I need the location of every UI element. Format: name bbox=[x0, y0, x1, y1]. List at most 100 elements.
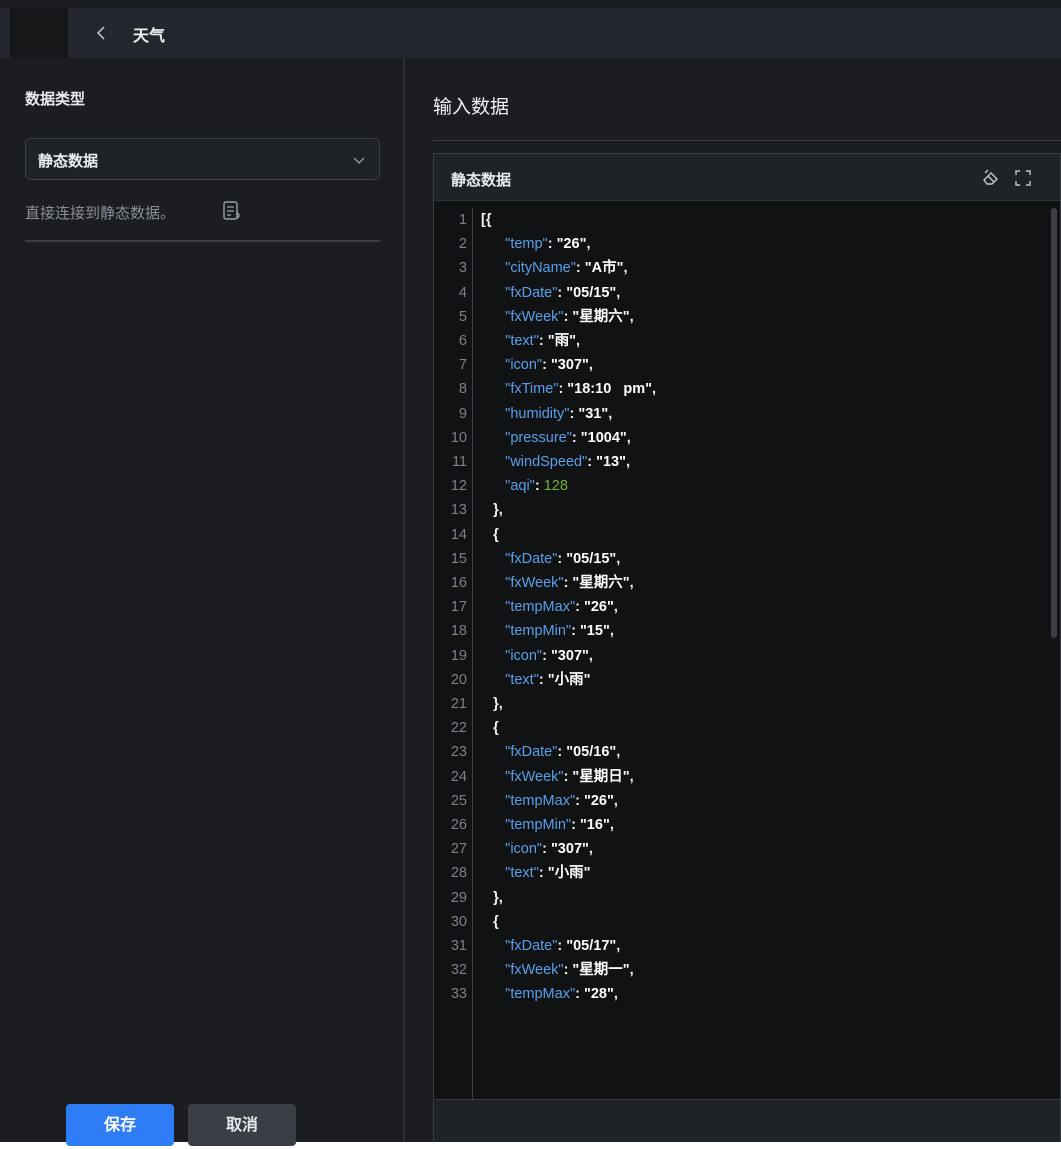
code-token: : bbox=[538, 333, 548, 349]
code-token: "18:10 pm" bbox=[567, 381, 652, 398]
line-number: 8 bbox=[458, 381, 467, 398]
code-area[interactable]: 1[{2 "temp": "26", 3 "cityName": "A市", 4 "… bbox=[434, 208, 1060, 1099]
fullscreen-icon[interactable] bbox=[1013, 168, 1033, 188]
code-token: "fxDate" bbox=[505, 938, 558, 954]
code-token: "15" bbox=[579, 623, 610, 640]
code-token: : bbox=[538, 865, 548, 882]
code-token: { bbox=[493, 720, 499, 737]
code-token: "05/16" bbox=[566, 744, 617, 761]
code-line: 9 "humidity": "31", bbox=[434, 402, 1060, 426]
code-token: , bbox=[629, 575, 634, 591]
code-token: : bbox=[587, 454, 597, 470]
code-token: "星期六" bbox=[572, 308, 630, 325]
code-line: 24 "fxWeek": "星期日", bbox=[434, 765, 1060, 789]
code-token: "307" bbox=[550, 841, 589, 858]
data-type-select[interactable]: 静态数据 bbox=[25, 138, 380, 180]
line-number: 21 bbox=[450, 696, 467, 712]
code-token: [{ bbox=[481, 212, 492, 228]
code-token: "fxWeek" bbox=[505, 962, 564, 979]
code-token: "雨" bbox=[547, 333, 576, 349]
code-token: "text" bbox=[505, 671, 539, 688]
code-token: "星期日" bbox=[572, 768, 630, 785]
editor-scrollbar[interactable] bbox=[1051, 208, 1057, 638]
line-number: 23 bbox=[450, 744, 467, 761]
code-token: "tempMax" bbox=[505, 599, 576, 616]
line-number: 33 bbox=[450, 986, 467, 1003]
line-number: 28 bbox=[450, 865, 467, 882]
cancel-button[interactable]: 取消 bbox=[188, 1104, 296, 1146]
code-token: , bbox=[588, 647, 593, 664]
code-text: "icon": "307", bbox=[481, 837, 593, 861]
code-token: "temp" bbox=[505, 236, 548, 253]
code-text: }, bbox=[481, 692, 503, 716]
code-token: : bbox=[557, 938, 567, 954]
code-token: "pressure" bbox=[505, 429, 572, 446]
code-text: "temp": "26", bbox=[481, 232, 590, 256]
line-number: 6 bbox=[458, 333, 467, 349]
app-window: 天气 数据类型 静态数据 直接连接到静态数据。 保存 取消 输入数据 静态数据 bbox=[0, 0, 1061, 1146]
code-text: "icon": "307", bbox=[481, 353, 593, 377]
line-number: 18 bbox=[450, 623, 467, 640]
code-text: "fxDate": "05/15", bbox=[481, 281, 620, 305]
save-button[interactable]: 保存 bbox=[66, 1104, 174, 1146]
line-number: 2 bbox=[458, 236, 467, 253]
chevron-left-icon[interactable] bbox=[92, 23, 112, 43]
code-line: 11 "windSpeed": "13", bbox=[434, 450, 1060, 474]
line-number: 12 bbox=[450, 478, 467, 495]
code-line: 15 "fxDate": "05/15", bbox=[434, 547, 1060, 571]
code-text: "fxDate": "05/17", bbox=[481, 934, 620, 958]
code-token: "16" bbox=[579, 817, 610, 833]
code-token: : bbox=[575, 260, 585, 277]
input-data-title: 输入数据 bbox=[433, 96, 510, 118]
code-text: "text": "小雨" bbox=[481, 668, 590, 692]
code-line: 22 { bbox=[434, 716, 1060, 740]
code-token: , bbox=[629, 962, 634, 979]
code-token: { bbox=[493, 913, 499, 930]
code-token: , bbox=[616, 550, 621, 567]
code-token: , bbox=[608, 405, 613, 422]
line-number: 17 bbox=[450, 599, 467, 616]
code-token: "星期一" bbox=[572, 962, 630, 979]
code-line: 18 "tempMin": "15", bbox=[434, 619, 1060, 643]
code-text: "tempMax": "28", bbox=[481, 982, 618, 1006]
code-text: "aqi": 128 bbox=[481, 474, 568, 498]
code-token: "humidity" bbox=[505, 405, 570, 422]
top-bar: 天气 bbox=[0, 8, 1061, 58]
code-line: 1 [{ bbox=[434, 208, 1060, 232]
line-number: 11 bbox=[451, 454, 467, 470]
line-number: 22 bbox=[450, 720, 467, 737]
code-token: "26" bbox=[556, 236, 587, 253]
line-number: 26 bbox=[450, 817, 467, 833]
code-token: : bbox=[538, 671, 548, 688]
code-token: "31" bbox=[578, 405, 609, 422]
line-number: 13 bbox=[450, 502, 467, 519]
code-line: 32 "fxWeek": "星期一", bbox=[434, 958, 1060, 982]
code-editor[interactable]: 静态数据 1[{2 "temp": "26", 3 "cityName": "A市… bbox=[433, 153, 1061, 1142]
code-token: , bbox=[629, 308, 634, 325]
code-token: , bbox=[609, 623, 614, 640]
line-number: 19 bbox=[450, 647, 467, 664]
code-token: "tempMax" bbox=[505, 986, 576, 1003]
code-line: 20 "text": "小雨" bbox=[434, 668, 1060, 692]
code-token: , bbox=[616, 284, 621, 301]
code-line: 6 "text": "雨", bbox=[434, 329, 1060, 353]
code-token: : bbox=[557, 550, 567, 567]
line-number: 30 bbox=[450, 913, 467, 930]
doc-help-icon[interactable] bbox=[222, 200, 242, 222]
panel-divider[interactable] bbox=[403, 58, 405, 1142]
code-token: : bbox=[558, 381, 568, 398]
line-number: 32 bbox=[450, 962, 467, 979]
editor-header: 静态数据 bbox=[434, 154, 1060, 201]
code-line: 21 }, bbox=[434, 692, 1060, 716]
erase-icon[interactable] bbox=[981, 168, 1001, 188]
